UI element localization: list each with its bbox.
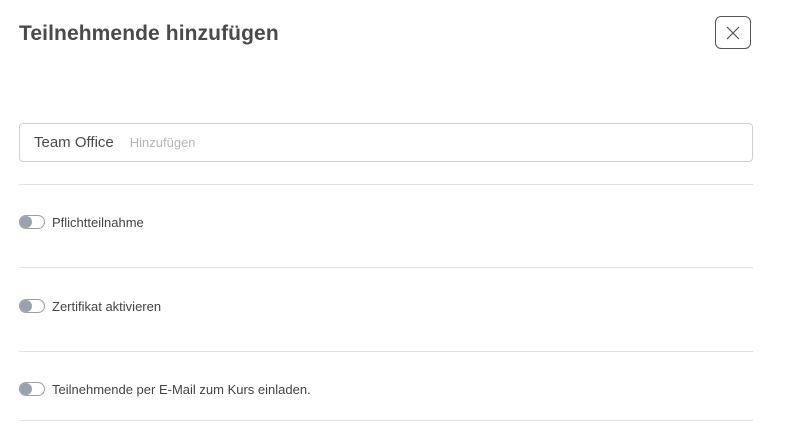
add-participant-input[interactable] xyxy=(129,135,752,150)
toggle-knob xyxy=(20,383,32,395)
dialog-title: Teilnehmende hinzufügen xyxy=(19,22,279,45)
mandatory-participation-toggle[interactable] xyxy=(19,215,45,229)
mandatory-participation-label: Pflichtteilnahme xyxy=(52,214,144,230)
option-invite-by-email: Teilnehmende per E-Mail zum Kurs einlade… xyxy=(19,381,311,397)
participant-chip-team-office[interactable]: Team Office xyxy=(34,134,114,151)
participants-input-box[interactable]: Team Office xyxy=(19,123,753,162)
enable-certificate-toggle[interactable] xyxy=(19,299,45,313)
divider xyxy=(19,267,753,268)
option-mandatory-participation: Pflichtteilnahme xyxy=(19,214,144,230)
toggle-knob xyxy=(20,300,32,312)
divider xyxy=(19,184,753,185)
close-icon xyxy=(726,26,740,40)
invite-by-email-label: Teilnehmende per E-Mail zum Kurs einlade… xyxy=(52,381,311,397)
divider xyxy=(19,420,753,421)
add-participants-dialog: Teilnehmende hinzufügen Team Office Pfli… xyxy=(0,0,785,438)
invite-by-email-toggle[interactable] xyxy=(19,382,45,396)
toggle-knob xyxy=(20,216,32,228)
close-button[interactable] xyxy=(715,16,751,49)
option-enable-certificate: Zertifikat aktivieren xyxy=(19,298,161,314)
divider xyxy=(19,351,753,352)
enable-certificate-label: Zertifikat aktivieren xyxy=(52,298,162,314)
